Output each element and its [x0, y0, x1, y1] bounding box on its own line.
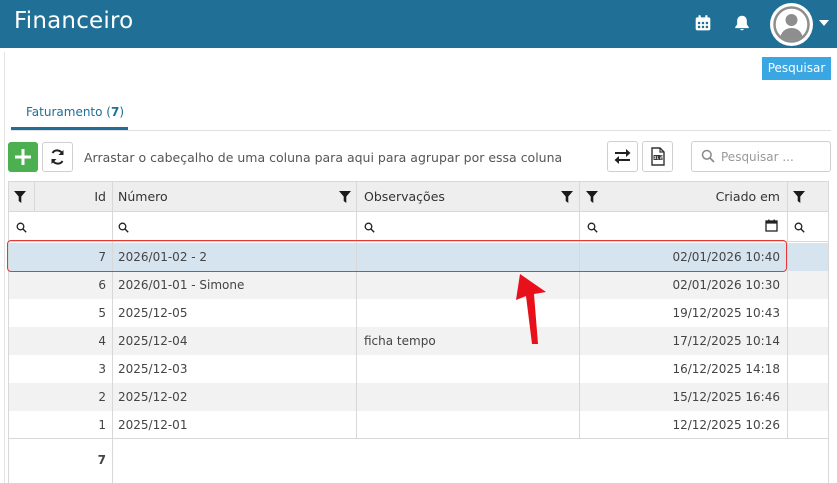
export-xls-button[interactable]	[642, 141, 673, 172]
xls-file-icon	[651, 147, 665, 166]
cell-numero: 2025/12-01	[118, 418, 188, 432]
cell-id: 5	[98, 306, 106, 320]
plus-icon	[15, 149, 31, 165]
column-divider	[112, 182, 113, 483]
cell-numero: 2026/01-01 - Simone	[118, 278, 245, 292]
cell-id: 1	[98, 418, 106, 432]
cell-id: 4	[98, 334, 106, 348]
column-divider	[356, 182, 357, 438]
filter-icon[interactable]	[339, 191, 351, 203]
cell-numero: 2025/12-03	[118, 362, 188, 376]
cell-id: 3	[98, 362, 106, 376]
calendar-icon[interactable]	[765, 219, 778, 232]
tab-faturamento[interactable]: Faturamento (7)	[11, 98, 128, 132]
grid-filter-row	[9, 212, 828, 242]
cell-criado-em: 12/12/2025 10:26	[672, 418, 780, 432]
cell-criado-em: 17/12/2025 10:14	[672, 334, 780, 348]
cell-criado-em: 16/12/2025 14:18	[672, 362, 780, 376]
user-avatar-icon	[773, 6, 810, 43]
cell-observacoes: ficha tempo	[364, 334, 436, 348]
caret-down-icon[interactable]	[819, 20, 829, 26]
cell-id: 2	[98, 390, 106, 404]
table-row[interactable]: 6 2026/01-01 - Simone 02/01/2026 10:30	[9, 271, 828, 299]
column-divider	[787, 182, 788, 438]
column-divider	[579, 182, 580, 438]
app-header: Financeiro	[0, 0, 837, 48]
column-header-numero[interactable]: Número	[118, 182, 168, 212]
group-by-hint: Arrastar o cabeçalho de uma coluna para …	[84, 150, 563, 165]
user-avatar[interactable]	[770, 3, 813, 46]
data-grid: Id Número Observações Criado em 7 2026/0…	[8, 181, 829, 483]
column-header-criado-em[interactable]: Criado em	[716, 182, 780, 212]
search-icon[interactable]	[118, 222, 129, 233]
arrow-annotation-icon	[516, 274, 546, 344]
cell-criado-em: 02/01/2026 10:30	[672, 278, 780, 292]
table-row[interactable]: 2 2025/12-02 15/12/2025 16:46	[9, 383, 828, 411]
app-title: Financeiro	[14, 8, 134, 34]
search-icon[interactable]	[587, 222, 598, 233]
cell-id: 6	[98, 278, 106, 292]
cell-numero: 2025/12-05	[118, 306, 188, 320]
add-button[interactable]	[8, 142, 38, 172]
calendar-icon[interactable]	[694, 14, 712, 32]
tab-label-text: Faturamento	[26, 105, 103, 119]
filter-icon[interactable]	[793, 191, 805, 203]
tab-label: Faturamento (7)	[26, 105, 125, 119]
swap-columns-button[interactable]	[607, 141, 638, 172]
table-row[interactable]: 3 2025/12-03 16/12/2025 14:18	[9, 355, 828, 383]
swap-arrows-icon	[614, 149, 631, 164]
table-row[interactable]: 4 2025/12-04 ficha tempo 17/12/2025 10:1…	[9, 327, 828, 355]
grid-footer-row: 7	[9, 438, 828, 483]
search-icon[interactable]	[16, 222, 27, 233]
search-icon[interactable]	[364, 222, 375, 233]
filter-icon[interactable]	[14, 191, 26, 203]
cell-numero: 2025/12-04	[118, 334, 188, 348]
filter-icon[interactable]	[561, 191, 573, 203]
search-button[interactable]: Pesquisar	[762, 57, 831, 80]
filter-icon[interactable]	[586, 191, 598, 203]
column-header-observacoes[interactable]: Observações	[364, 182, 445, 212]
column-header-id[interactable]: Id	[94, 182, 106, 212]
table-row[interactable]: 5 2025/12-05 19/12/2025 10:43	[9, 299, 828, 327]
footer-record-count: 7	[97, 453, 106, 467]
refresh-button[interactable]	[42, 142, 73, 172]
grid-header-row: Id Número Observações Criado em	[9, 182, 828, 212]
table-row[interactable]: 1 2025/12-01 12/12/2025 10:26	[9, 411, 828, 439]
tab-divider	[11, 130, 831, 131]
refresh-icon	[51, 149, 64, 165]
cell-numero: 2025/12-02	[118, 390, 188, 404]
search-icon[interactable]	[794, 222, 805, 233]
cell-criado-em: 19/12/2025 10:43	[672, 306, 780, 320]
row-highlight-annotation	[7, 240, 787, 272]
bell-icon[interactable]	[733, 14, 751, 32]
column-divider	[34, 182, 35, 212]
tab-count: 7	[110, 105, 120, 119]
cell-criado-em: 15/12/2025 16:46	[672, 390, 780, 404]
search-icon	[701, 149, 715, 163]
